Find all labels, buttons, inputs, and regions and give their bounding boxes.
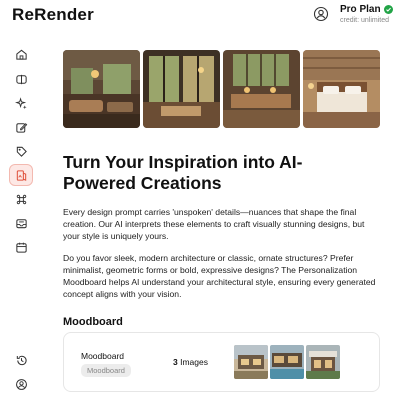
- image-count-label: Images: [180, 357, 208, 367]
- sidebar-item-tags[interactable]: [9, 140, 33, 162]
- app-logo[interactable]: ReRender: [12, 5, 94, 25]
- main-content: Turn Your Inspiration into AI-Powered Cr…: [63, 50, 380, 328]
- kitchen-image: [223, 50, 300, 128]
- calendar-icon: [15, 242, 27, 253]
- sparkle-icon: [14, 96, 27, 109]
- home-icon: [15, 49, 27, 60]
- edit-icon: [15, 122, 27, 133]
- gallery-photo-living-room: [63, 50, 140, 128]
- moodboard-tag: Moodboard: [81, 364, 131, 377]
- gallery-photo-glass-house: [143, 50, 220, 128]
- sidebar-item-command[interactable]: [9, 188, 33, 210]
- profile-icon: [15, 378, 27, 390]
- page-title: Turn Your Inspiration into AI-Powered Cr…: [63, 152, 303, 193]
- intro-paragraph: Every design prompt carries 'unspoken' d…: [63, 207, 365, 241]
- sidebar-item-moodboard[interactable]: [9, 164, 33, 186]
- credit-status: credit: unlimited: [340, 17, 390, 24]
- sidebar-item-generate[interactable]: [9, 92, 33, 114]
- moodboard-thumbnails: [234, 345, 340, 379]
- glass-house-image: [143, 50, 220, 128]
- inbox-icon: [15, 218, 27, 228]
- sidebar-item-home[interactable]: [9, 43, 33, 65]
- tag-icon: [16, 146, 27, 157]
- gallery-photo-bedroom: [303, 50, 380, 128]
- inspiration-gallery: [63, 50, 380, 128]
- moodboard-section-title: Moodboard: [63, 316, 123, 328]
- moodboard-card[interactable]: Moodboard Moodboard 3 Images: [63, 332, 380, 392]
- verified-check-icon: [383, 5, 393, 14]
- moodboard-icon: [16, 169, 26, 181]
- sidebar-item-compare[interactable]: [9, 68, 33, 90]
- plan-label[interactable]: Pro Plan: [340, 4, 393, 15]
- history-icon: [16, 355, 27, 365]
- villa-thumb-image: [306, 345, 340, 379]
- gallery-photo-kitchen: [223, 50, 300, 128]
- sidebar-item-profile[interactable]: [9, 373, 33, 395]
- top-bar: ReRender Pro Plan credit: unlimited: [0, 0, 400, 34]
- sidebar-item-inbox[interactable]: [9, 212, 33, 234]
- bedroom-image: [303, 50, 380, 128]
- sidebar-item-history[interactable]: [9, 349, 33, 371]
- image-count-value: 3: [173, 357, 178, 367]
- image-count: 3 Images: [173, 357, 208, 367]
- moodboard-thumbnail[interactable]: [306, 345, 340, 379]
- sidebar-item-edit[interactable]: [9, 116, 33, 138]
- living-room-image: [63, 50, 140, 128]
- sidebar-item-calendar[interactable]: [9, 236, 33, 258]
- pool-house-thumb-image: [270, 345, 304, 379]
- moodboard-thumbnail[interactable]: [234, 345, 268, 379]
- moodboard-thumbnail[interactable]: [270, 345, 304, 379]
- sidebar: [0, 34, 44, 400]
- command-icon: [16, 194, 26, 204]
- user-avatar-icon[interactable]: [313, 6, 329, 22]
- moodboard-name: Moodboard: [81, 351, 125, 361]
- plan-name: Pro Plan: [340, 4, 381, 15]
- moodboard-description: Do you favor sleek, modern architecture …: [63, 253, 376, 299]
- modern-house-thumb-image: [234, 345, 268, 379]
- compare-icon: [15, 74, 27, 84]
